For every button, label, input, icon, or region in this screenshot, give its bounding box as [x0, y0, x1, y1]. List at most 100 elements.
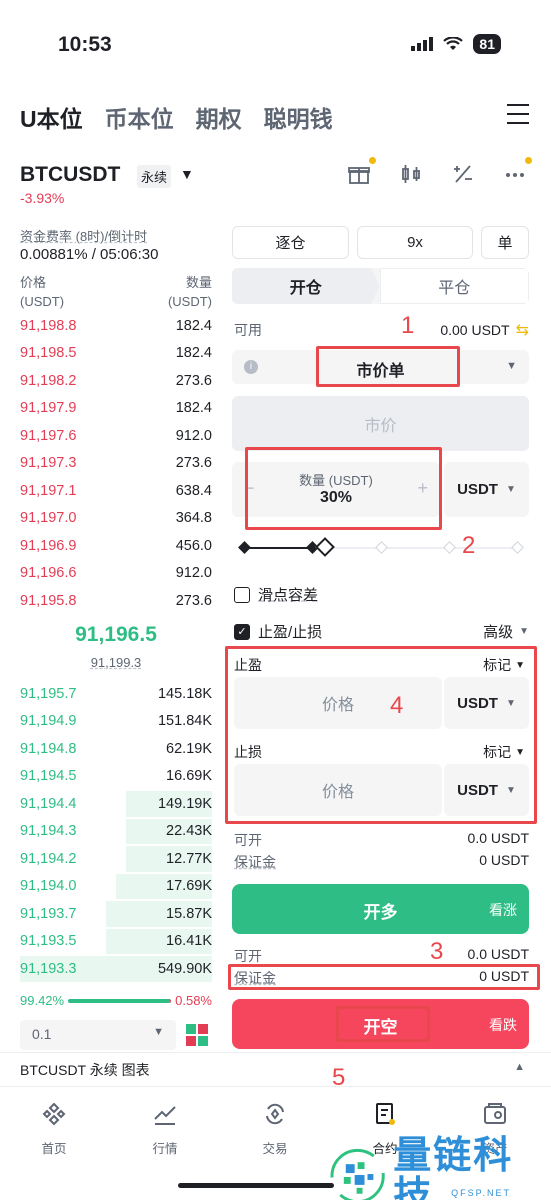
tab-coin-m[interactable]: 币本位 [105, 100, 174, 134]
bid-qty: 16.41K [166, 933, 212, 950]
menu-icon[interactable] [507, 104, 529, 124]
ask-row[interactable]: 91,198.2 273.6 [20, 367, 212, 395]
ask-row[interactable]: 91,198.5 182.4 [20, 340, 212, 368]
annotation-box-2 [245, 447, 442, 530]
mark-price: 91,199.3 [90, 655, 142, 670]
ask-qty: 456.0 [175, 537, 212, 554]
bid-price: 91,194.2 [20, 850, 77, 867]
candlestick-icon[interactable] [397, 160, 425, 188]
ask-price: 91,197.0 [20, 510, 77, 527]
slippage-checkbox[interactable] [234, 586, 250, 603]
bid-row[interactable]: 91,193.5 16.41K [20, 928, 212, 956]
bid-price: 91,193.5 [20, 933, 77, 950]
leverage-button[interactable]: 9x [357, 226, 473, 259]
ask-row[interactable]: 91,198.8 182.4 [20, 312, 212, 340]
bid-row[interactable]: 91,194.9 151.84K [20, 708, 212, 736]
calculator-icon[interactable] [449, 160, 477, 188]
ask-row[interactable]: 91,196.6 912.0 [20, 560, 212, 588]
bid-qty: 12.77K [166, 850, 212, 867]
transfer-icon[interactable]: ⇆ [516, 320, 529, 340]
price-change: -3.93% [20, 190, 65, 206]
symbol-name[interactable]: BTCUSDT [20, 163, 120, 187]
annotation-box-1 [316, 346, 460, 387]
position-mode-button[interactable]: 单 [481, 226, 529, 259]
bid-row[interactable]: 91,194.3 22.43K [20, 818, 212, 846]
ask-row[interactable]: 91,197.0 364.8 [20, 505, 212, 533]
orderbook-asks: 91,198.8 182.4 91,198.5 182.4 91,198.2 273.6 9… [20, 312, 212, 615]
caret-down-icon[interactable]: ▼ [180, 166, 194, 182]
ask-qty: 638.4 [175, 482, 212, 499]
tpsl-checkbox-row[interactable]: ✓ 止盈/止损 [234, 621, 322, 642]
last-price[interactable]: 91,196.5 [20, 623, 212, 647]
tpsl-checkbox[interactable]: ✓ [234, 623, 250, 640]
bid-row[interactable]: 91,195.7 145.18K [20, 680, 212, 708]
bid-row[interactable]: 91,194.8 62.19K [20, 735, 212, 763]
margin-mode-button[interactable]: 逐仓 [232, 226, 349, 259]
more-icon[interactable] [501, 157, 532, 188]
ask-price: 91,198.8 [20, 317, 77, 334]
bid-qty: 151.84K [157, 713, 212, 730]
ask-row[interactable]: 91,197.9 182.4 [20, 395, 212, 423]
market-price-field: 市价 [232, 396, 529, 451]
status-time: 10:53 [58, 33, 112, 56]
wifi-icon [443, 37, 464, 50]
bid-price: 91,194.3 [20, 823, 77, 840]
tab-smart-money[interactable]: 聪明钱 [264, 100, 333, 134]
bid-row[interactable]: 91,194.0 17.69K [20, 873, 212, 901]
available-label: 可用 [234, 322, 262, 338]
bid-row[interactable]: 91,193.3 549.90K [20, 955, 212, 983]
bid-row[interactable]: 91,194.4 149.19K [20, 790, 212, 818]
bid-row[interactable]: 91,194.2 12.77K [20, 845, 212, 873]
bid-row[interactable]: 91,193.7 15.87K [20, 900, 212, 928]
bid-row[interactable]: 91,194.5 16.69K [20, 763, 212, 791]
ask-row[interactable]: 91,197.1 638.4 [20, 477, 212, 505]
slippage-checkbox-row[interactable]: 滑点容差 [234, 584, 318, 605]
ask-row[interactable]: 91,195.8 273.6 [20, 587, 212, 615]
buy-sell-ratio: 99.42% 0.58% [20, 993, 212, 1008]
contract-type-tabs: U本位 币本位 期权 聪明钱 [20, 100, 333, 134]
bid-qty: 145.18K [157, 685, 212, 702]
amount-unit-select[interactable]: USDT ▼ [444, 462, 529, 517]
chevron-up-icon[interactable]: ▲ [514, 1061, 525, 1073]
open-close-toggle: 开仓 平仓 [232, 268, 529, 304]
tab-close[interactable]: 平仓 [379, 268, 529, 304]
gift-icon[interactable] [345, 157, 376, 188]
orderbook-layout-icon[interactable] [186, 1024, 208, 1046]
ask-row[interactable]: 91,196.9 456.0 [20, 532, 212, 560]
slider-thumb[interactable] [315, 537, 335, 557]
ask-row[interactable]: 91,197.6 912.0 [20, 422, 212, 450]
bid-price: 91,194.9 [20, 713, 77, 730]
ask-price: 91,197.1 [20, 482, 77, 499]
annotation-label-2: 2 [462, 532, 476, 559]
buy-ratio: 99.42% [20, 993, 65, 1008]
amount-slider[interactable] [238, 537, 524, 557]
available-balance: 0.00 USDT ⇆ [440, 320, 529, 340]
ask-qty: 364.8 [175, 510, 212, 527]
ask-row[interactable]: 91,197.3 273.6 [20, 450, 212, 478]
battery-icon: 81 [473, 34, 501, 54]
advanced-select[interactable]: 高级 ▼ [483, 621, 529, 642]
annotation-label-3: 3 [430, 938, 444, 965]
ask-qty: 182.4 [175, 317, 212, 334]
orderbook-bids: 91,195.7 145.18K 91,194.9 151.84K 91,194.8 62… [20, 680, 212, 983]
bid-qty: 17.69K [166, 878, 212, 895]
tab-open[interactable]: 开仓 [232, 268, 380, 304]
long-margin-label: 保证金 [234, 854, 276, 870]
tab-usdt-m[interactable]: U本位 [20, 100, 83, 134]
annotation-box-5 [336, 1006, 430, 1042]
depth-step-select[interactable]: 0.1 ▼ [20, 1020, 176, 1050]
chart-toggle-bar[interactable]: BTCUSDT 永续 图表 ▲ [0, 1052, 551, 1086]
ask-qty: 273.6 [175, 592, 212, 609]
short-max-label: 可开 [234, 948, 262, 964]
funding-rate-label[interactable]: 资金费率 (8时)/倒计时 [20, 226, 147, 245]
tab-options[interactable]: 期权 [196, 100, 242, 134]
open-long-button[interactable]: 开多 看涨 [232, 884, 529, 934]
exchange-icon [266, 1103, 284, 1125]
bid-price: 91,193.3 [20, 960, 77, 977]
header-actions [345, 157, 532, 188]
tab-home[interactable]: 首页 [14, 1101, 94, 1157]
tab-markets[interactable]: 行情 [125, 1101, 205, 1157]
tab-trade[interactable]: 交易 [235, 1101, 315, 1157]
watermark: 量链科技 QFSP.NET [330, 1136, 551, 1200]
long-max-value: 0.0 USDT [467, 830, 529, 846]
